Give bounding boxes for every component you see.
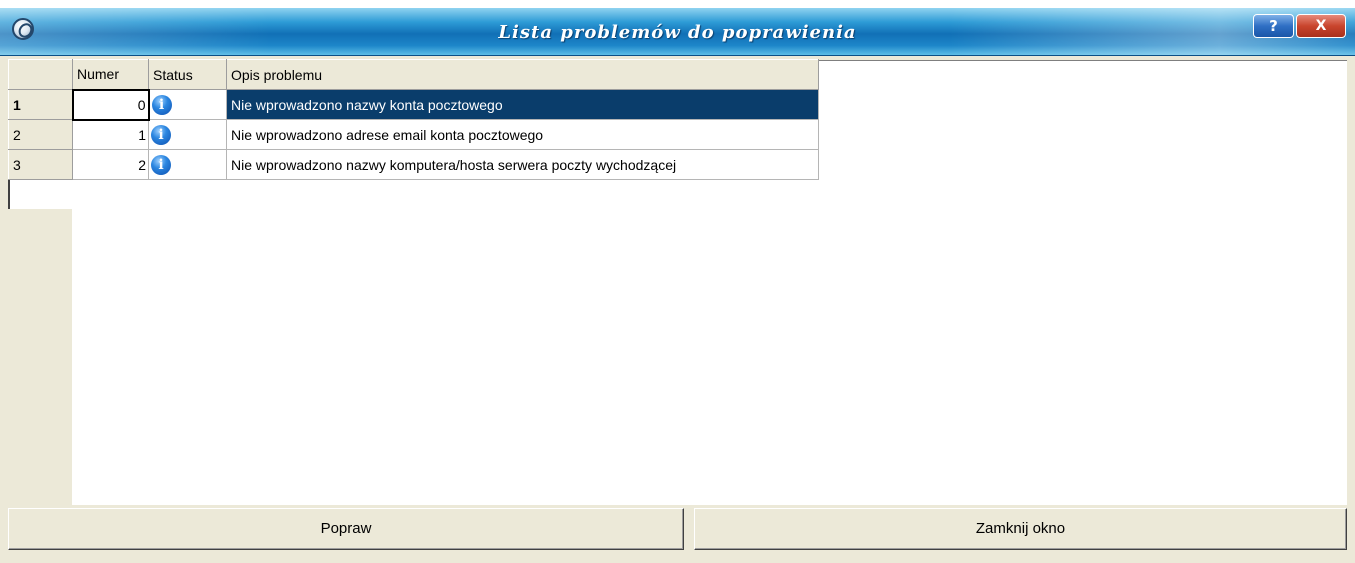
row-header[interactable]: 1 bbox=[8, 89, 73, 120]
table-row[interactable]: 1 0 i Nie wprowadzono nazwy konta poczto… bbox=[8, 88, 819, 121]
column-header-numer[interactable]: Numer bbox=[72, 59, 149, 90]
info-icon: i bbox=[151, 154, 171, 175]
status-cell[interactable]: i bbox=[148, 89, 227, 120]
table-row[interactable]: 3 2 i Nie wprowadzono nazwy komputera/ho… bbox=[8, 149, 819, 180]
status-cell[interactable]: i bbox=[148, 149, 227, 180]
problem-grid: Numer Status Opis problemu 1 0 i Nie wpr… bbox=[8, 59, 820, 180]
info-icon: i bbox=[151, 124, 171, 145]
column-header-opis[interactable]: Opis problemu bbox=[226, 59, 819, 90]
column-header-status[interactable]: Status bbox=[148, 59, 227, 90]
help-button[interactable]: ? bbox=[1253, 14, 1294, 38]
row-header[interactable]: 3 bbox=[8, 149, 73, 180]
corner-cell bbox=[8, 59, 73, 90]
grid-header-row: Numer Status Opis problemu bbox=[8, 59, 819, 90]
numer-cell[interactable]: 2 bbox=[72, 149, 149, 180]
opis-cell[interactable]: Nie wprowadzono adrese email konta poczt… bbox=[226, 119, 819, 150]
table-row[interactable]: 2 1 i Nie wprowadzono adrese email konta… bbox=[8, 119, 819, 150]
opis-cell[interactable]: Nie wprowadzono nazwy konta pocztowego bbox=[226, 89, 819, 120]
popraw-button[interactable]: Popraw bbox=[8, 508, 684, 550]
opis-cell[interactable]: Nie wprowadzono nazwy komputera/hosta se… bbox=[226, 149, 819, 180]
button-bar: Popraw Zamknij okno bbox=[8, 508, 1347, 550]
row-header[interactable]: 2 bbox=[8, 119, 73, 150]
close-button[interactable]: X bbox=[1296, 14, 1346, 38]
close-window-button[interactable]: Zamknij okno bbox=[694, 508, 1347, 550]
title-bar[interactable]: Lista problemów do poprawienia ? X bbox=[0, 8, 1355, 56]
row-header-fill bbox=[8, 209, 72, 505]
info-icon: i bbox=[151, 94, 172, 115]
window-title: Lista problemów do poprawienia bbox=[498, 22, 857, 43]
status-cell[interactable]: i bbox=[148, 119, 227, 150]
numer-cell[interactable]: 0 bbox=[71, 88, 150, 121]
numer-cell[interactable]: 1 bbox=[72, 119, 149, 150]
